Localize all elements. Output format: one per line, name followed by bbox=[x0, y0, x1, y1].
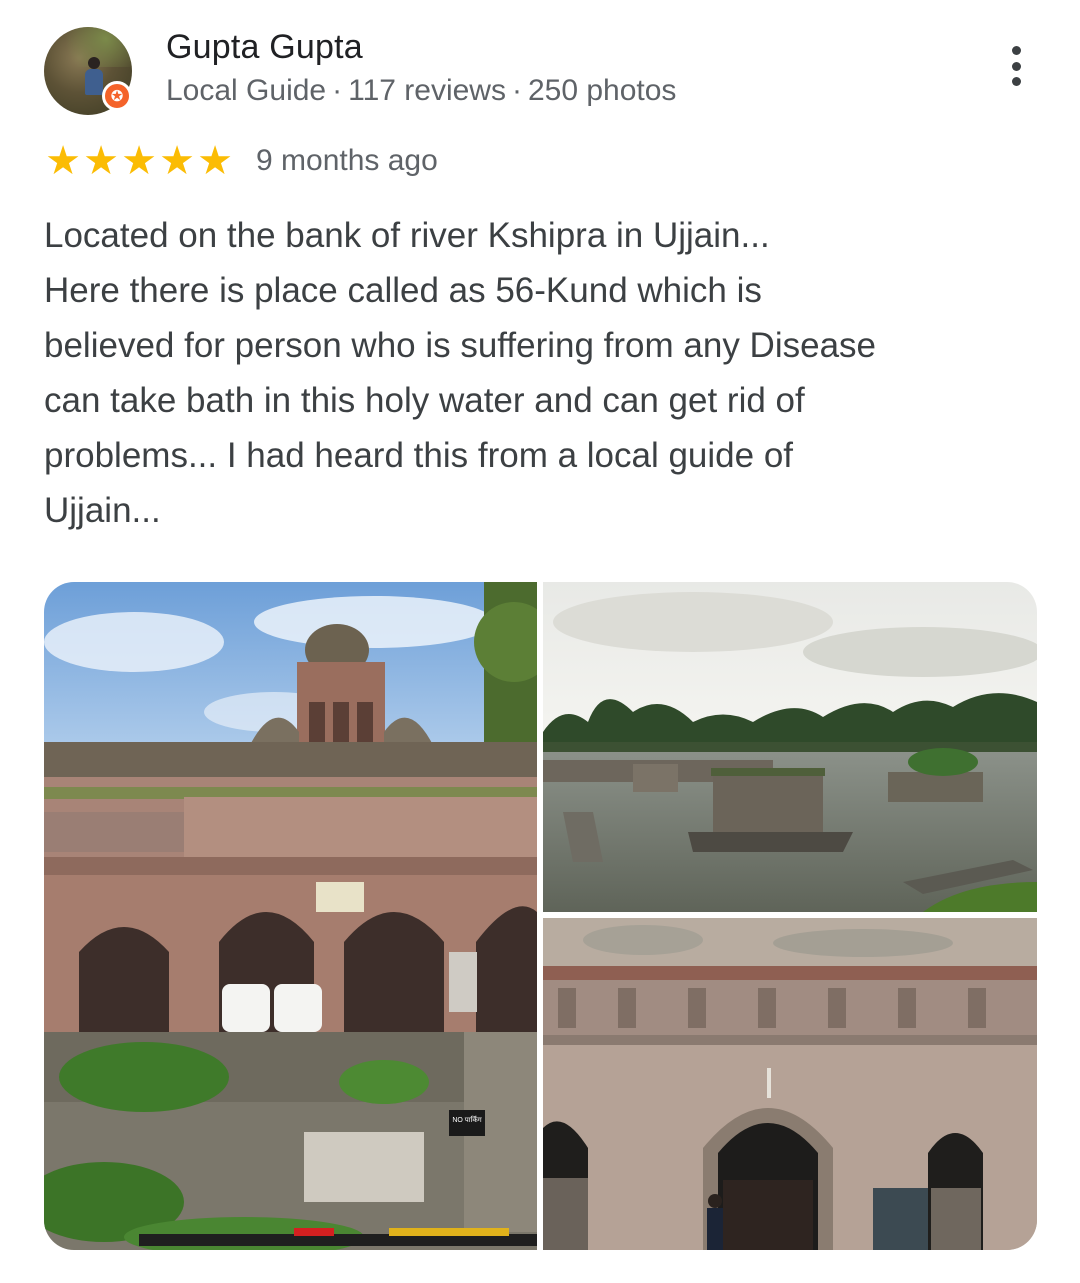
review-photo-temple[interactable]: NO पार्किंग bbox=[44, 582, 537, 1250]
photo-grid: NO पार्किंग bbox=[44, 582, 1037, 1250]
review-text-line: Located on the bank of river Kshipra in … bbox=[44, 216, 770, 255]
reviewer-avatar[interactable]: ✪ bbox=[44, 27, 132, 115]
star-icon: ★ bbox=[197, 139, 233, 183]
review-time: 9 months ago bbox=[256, 144, 438, 177]
star-icon: ★ bbox=[45, 139, 81, 183]
review-text[interactable]: Located on the bank of river Kshipra in … bbox=[44, 208, 1044, 538]
review-card: ✪ Gupta Gupta Local Guide · 117 reviews · 25… bbox=[0, 0, 1080, 1283]
more-vert-icon[interactable] bbox=[996, 40, 1036, 92]
local-guide-star-icon: ✪ bbox=[102, 81, 132, 111]
meta-separator: · bbox=[511, 74, 522, 107]
star-rating: ★ ★ ★ ★ ★ bbox=[44, 141, 234, 181]
review-text-line: can take bath in this holy water and can… bbox=[44, 381, 805, 420]
star-icon: ★ bbox=[83, 139, 119, 183]
review-text-line: problems... I had heard this from a loca… bbox=[44, 436, 794, 475]
review-photo-facade[interactable] bbox=[543, 918, 1037, 1250]
review-text-line: believed for person who is suffering fro… bbox=[44, 326, 877, 365]
photo-count: 250 photos bbox=[527, 74, 677, 107]
reviewer-name[interactable]: Gupta Gupta bbox=[166, 28, 363, 67]
rating-row: ★ ★ ★ ★ ★ 9 months ago bbox=[44, 141, 438, 181]
no-parking-sign: NO पार्किंग bbox=[452, 1115, 482, 1124]
review-photo-river[interactable] bbox=[543, 582, 1037, 912]
star-icon: ★ bbox=[121, 139, 157, 183]
reviewer-meta[interactable]: Local Guide · 117 reviews · 250 photos bbox=[166, 74, 676, 108]
review-text-line: Ujjain... bbox=[44, 491, 161, 530]
review-text-line: Here there is place called as 56-Kund wh… bbox=[44, 271, 762, 310]
star-icon: ★ bbox=[159, 139, 195, 183]
meta-separator: · bbox=[332, 74, 343, 107]
local-guide-label: Local Guide bbox=[166, 74, 327, 107]
review-count: 117 reviews bbox=[348, 74, 506, 107]
